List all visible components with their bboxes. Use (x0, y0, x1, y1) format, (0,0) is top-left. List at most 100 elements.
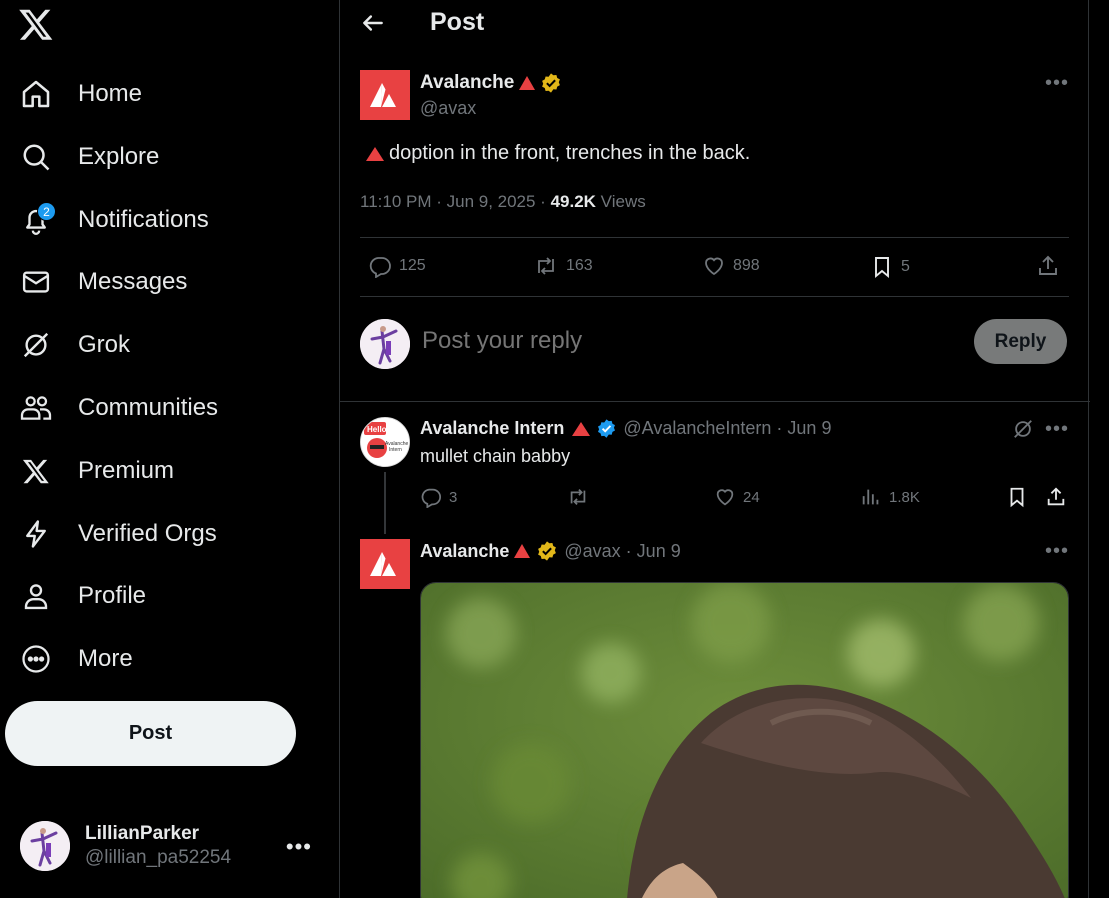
sidebar: Home Explore 2 Notifications Messages Gr… (0, 0, 339, 898)
bookmark-action[interactable] (1006, 486, 1028, 508)
like-action[interactable]: 898 (702, 254, 760, 278)
grok-icon[interactable] (1012, 418, 1034, 445)
reply-action[interactable]: 3 (420, 486, 457, 508)
reply-composer: Reply (360, 318, 1069, 370)
reply-author-name[interactable]: Avalanche Intern (420, 418, 564, 439)
nav-grok[interactable]: Grok (20, 320, 130, 370)
page-title: Post (430, 8, 485, 36)
bookmark-icon (875, 257, 889, 279)
notification-badge: 2 (37, 202, 56, 221)
post-actions: 125 163 898 5 (360, 254, 1069, 282)
nav-label: Grok (78, 331, 131, 358)
red-triangle-icon (572, 421, 591, 436)
post-button[interactable]: Post (5, 701, 296, 766)
blue-verified-icon (598, 419, 616, 438)
svg-text:Intern: Intern (389, 447, 402, 453)
post-body: doption in the front, trenches in the ba… (389, 142, 751, 164)
red-triangle-icon (519, 76, 536, 90)
post-author: Avalanche @avax (360, 70, 562, 120)
x-logo-icon (20, 455, 52, 487)
reply-tweet: Avalanche @avax · Jun 9 (420, 540, 1069, 562)
repost-action[interactable]: 163 (533, 254, 593, 278)
nav-explore[interactable]: Explore (20, 132, 159, 182)
divider (340, 401, 1090, 402)
avalanche-logo-icon[interactable] (360, 539, 410, 589)
media-image[interactable] (420, 582, 1069, 898)
person-icon (20, 580, 52, 612)
account-switcher[interactable]: LillianParker @lillian_pa52254 ••• (20, 820, 320, 872)
gold-verified-icon (542, 73, 561, 93)
gold-verified-icon (538, 541, 557, 561)
reply-action[interactable]: 125 (368, 254, 426, 278)
divider (360, 237, 1069, 238)
reply-count: 125 (399, 257, 426, 274)
nav-notifications[interactable]: 2 Notifications (20, 195, 209, 245)
like-count: 24 (743, 488, 760, 506)
search-icon (20, 141, 52, 173)
nav-label: Messages (78, 268, 188, 295)
repost-action[interactable] (566, 486, 590, 508)
main-column: Post Avalanche @avax ••• doption in the … (339, 0, 1090, 898)
avatar (360, 319, 410, 369)
page-header: Post (340, 0, 1090, 48)
red-triangle-icon (514, 544, 531, 558)
share-action[interactable] (1036, 254, 1060, 278)
envelope-icon (20, 266, 52, 298)
bookmark-icon (1010, 487, 1024, 508)
reply-button[interactable]: Reply (974, 319, 1067, 364)
reply-handle-time[interactable]: @avax · Jun 9 (564, 541, 680, 562)
more-circle-icon (20, 643, 52, 675)
repost-icon (538, 257, 554, 275)
back-arrow-icon[interactable] (360, 10, 388, 38)
post-author-name[interactable]: Avalanche (420, 72, 514, 94)
nav-profile[interactable]: Profile (20, 571, 146, 621)
more-horizontal-icon[interactable]: ••• (1045, 540, 1069, 563)
lightning-icon (20, 518, 52, 550)
views-action[interactable]: 1.8K (860, 486, 920, 508)
svg-text:Hello: Hello (367, 425, 387, 434)
like-action[interactable]: 24 (714, 486, 760, 508)
bookmark-action[interactable]: 5 (870, 254, 910, 280)
reply-count: 3 (449, 488, 458, 506)
share-icon (1039, 255, 1057, 275)
post-text: doption in the front, trenches in the ba… (364, 142, 750, 165)
account-handle: @lillian_pa52254 (85, 847, 232, 868)
thread-connector (384, 472, 386, 534)
post-author-handle[interactable]: @avax (420, 98, 562, 119)
repost-icon (570, 489, 586, 505)
nav-label: Profile (78, 582, 147, 609)
reply-handle-time[interactable]: @AvalancheIntern · Jun 9 (623, 418, 831, 439)
share-icon (1047, 487, 1065, 506)
avatar (20, 821, 70, 871)
more-horizontal-icon[interactable]: ••• (1045, 418, 1069, 441)
red-triangle-icon (366, 146, 384, 161)
nav-label: Notifications (78, 206, 209, 233)
grok-icon (20, 329, 52, 361)
heart-icon (705, 257, 723, 276)
nav-messages[interactable]: Messages (20, 257, 187, 307)
home-icon (20, 78, 52, 110)
reply-author-name[interactable]: Avalanche (420, 541, 509, 562)
post-timestamp[interactable]: 11:10 PM · Jun 9, 2025 · (360, 192, 551, 211)
analytics-icon (862, 489, 879, 505)
views-label: Views (595, 192, 646, 211)
post-meta: 11:10 PM · Jun 9, 2025 · 49.2K Views (360, 192, 646, 212)
like-count: 898 (733, 257, 760, 274)
reply-tweet: Avalanche Intern @AvalancheIntern · Jun … (420, 418, 1069, 467)
nav-home[interactable]: Home (20, 69, 142, 119)
avatar[interactable]: Hello Avalanche Intern (360, 417, 410, 467)
nav-label: Premium (78, 457, 175, 484)
views-count: 1.8K (889, 488, 920, 506)
nav-label: Verified Orgs (78, 520, 217, 547)
avalanche-logo-icon[interactable] (360, 70, 410, 120)
x-logo-icon[interactable] (18, 6, 56, 44)
heart-icon (716, 489, 734, 506)
more-horizontal-icon: ••• (285, 834, 312, 859)
nav-verified-orgs[interactable]: Verified Orgs (20, 509, 217, 559)
more-horizontal-icon[interactable]: ••• (1045, 72, 1069, 95)
share-action[interactable] (1045, 486, 1067, 508)
nav-communities[interactable]: Communities (20, 383, 218, 433)
nav-premium[interactable]: Premium (20, 446, 174, 496)
reply-input[interactable] (422, 327, 922, 355)
nav-more[interactable]: More (20, 634, 133, 684)
